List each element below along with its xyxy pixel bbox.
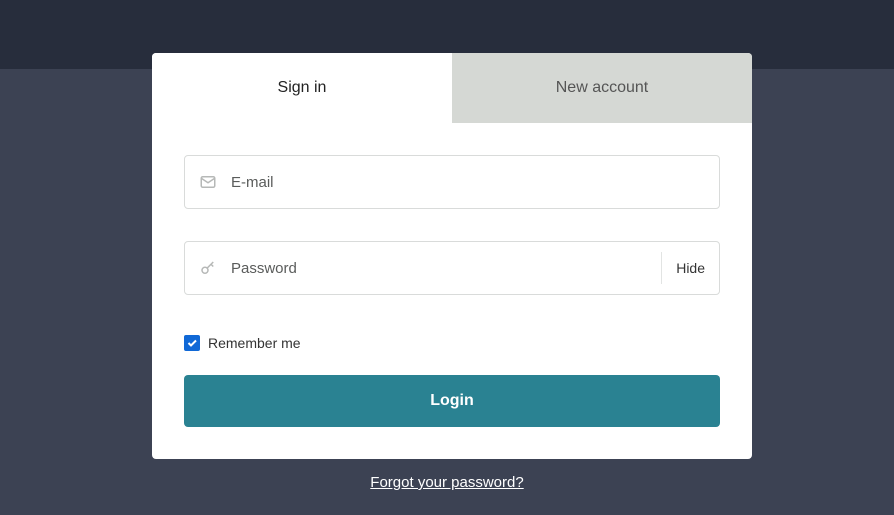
key-icon (199, 259, 217, 277)
mail-icon (199, 173, 217, 191)
login-card: Sign in New account Hide (152, 53, 752, 459)
password-field-wrapper: Hide (184, 241, 720, 295)
tabs: Sign in New account (152, 53, 752, 123)
login-button[interactable]: Login (184, 375, 720, 427)
tab-new-account[interactable]: New account (452, 53, 752, 123)
email-input[interactable] (217, 174, 705, 191)
toggle-password-visibility[interactable]: Hide (661, 252, 705, 283)
tab-sign-in[interactable]: Sign in (152, 53, 452, 123)
forgot-password-link[interactable]: Forgot your password? (370, 474, 523, 491)
login-form: Hide Remember me Login (152, 123, 752, 459)
remember-me-checkbox[interactable] (184, 335, 200, 351)
password-input[interactable] (217, 260, 661, 277)
forgot-password-row: Forgot your password? (0, 474, 894, 492)
check-icon (186, 337, 198, 349)
remember-me-row: Remember me (184, 335, 720, 351)
remember-me-label: Remember me (208, 335, 301, 351)
email-field-wrapper (184, 155, 720, 209)
